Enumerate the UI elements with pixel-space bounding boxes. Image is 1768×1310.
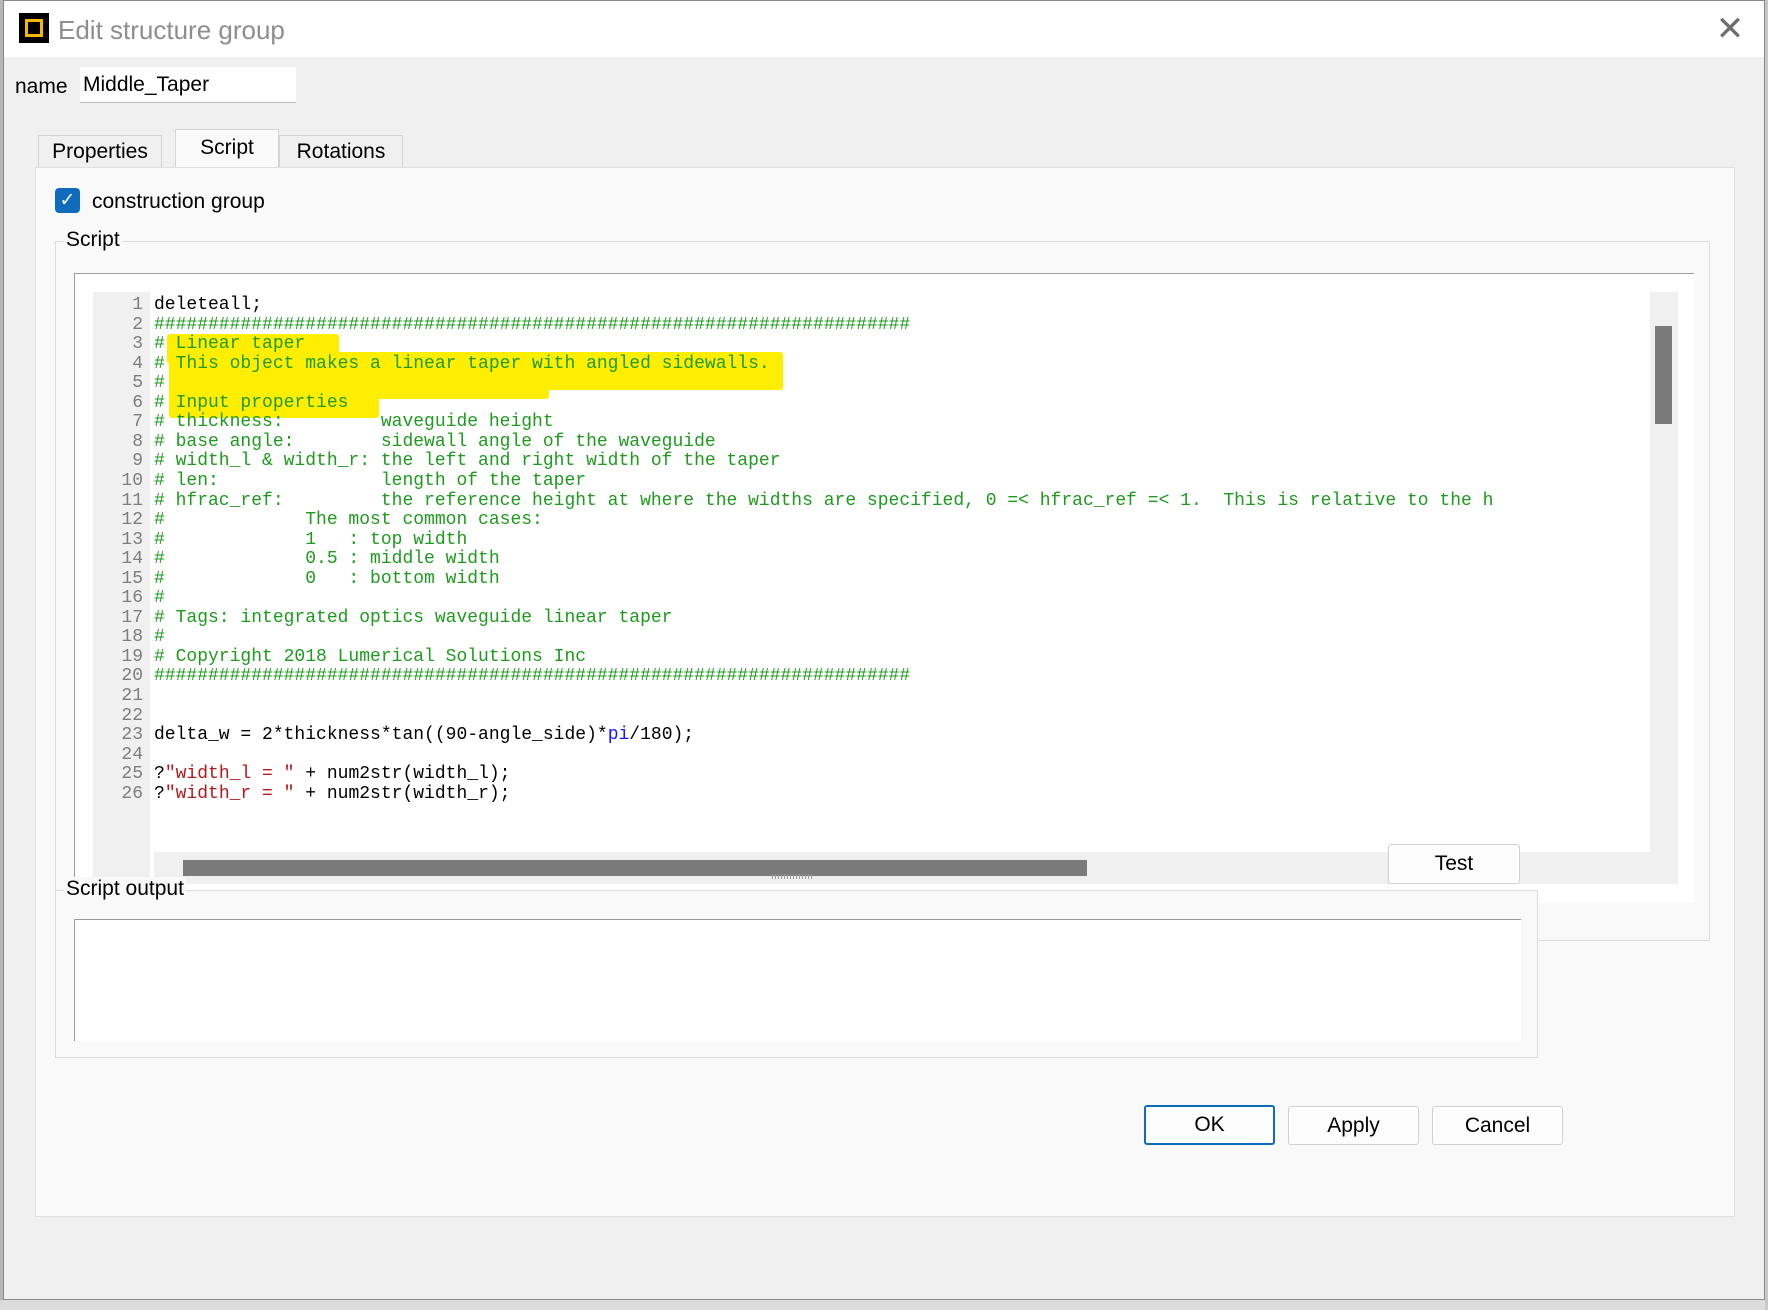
code-token: # thickness: waveguide height: [154, 412, 554, 433]
code-token: # The most common cases:: [154, 510, 543, 531]
title-bar[interactable]: Edit structure group ✕: [4, 1, 1764, 57]
splitter-handle[interactable]: [772, 874, 812, 879]
code-token: # base angle: sidewall angle of the wave…: [154, 431, 716, 452]
code-line: ?"width_r = " + num2str(width_r);: [154, 783, 510, 805]
code-token: ########################################…: [154, 666, 911, 687]
code-line: delta_w = 2*thickness*tan((90-angle_side…: [154, 724, 694, 746]
name-label: name: [15, 75, 68, 98]
code-line: # Tags: integrated optics waveguide line…: [154, 607, 672, 629]
background-desktop-strip: [0, 1300, 1768, 1310]
script-group-title: Script: [64, 228, 122, 252]
code-token: "width_l = ": [164, 764, 295, 785]
code-token: # 0 : bottom width: [154, 568, 500, 589]
vertical-scroll-thumb[interactable]: [1655, 326, 1672, 424]
construction-group-checkbox[interactable]: ✓: [55, 188, 80, 213]
code-line: ########################################…: [154, 665, 910, 687]
code-token: # Tags: integrated optics waveguide line…: [154, 607, 673, 628]
tab-rotations[interactable]: Rotations: [279, 135, 403, 168]
code-line: # 0 : bottom width: [154, 568, 500, 590]
script-editor-frame: 1 2 3 4 5 6 7 8 9 10 11 12 13 14 15 16 17 18 19 20 21 22 23 24 2…: [74, 273, 1694, 903]
code-token: #: [154, 588, 165, 609]
code-token: ?: [154, 783, 165, 804]
horizontal-scroll-thumb[interactable]: [183, 860, 1087, 876]
code-token: # This object makes a linear taper with …: [154, 353, 770, 374]
script-groupbox: Script 1 2 3 4 5 6 7 8 9 10 11 12 13 14 15 16 17 18 19 20 21…: [55, 228, 1710, 941]
code-token: + num2str(width_l);: [294, 764, 511, 785]
code-token: # 1 : top width: [154, 529, 468, 550]
code-token: # width_l & width_r: the left and right …: [154, 451, 781, 472]
check-icon: ✓: [59, 189, 76, 211]
close-button[interactable]: ✕: [1712, 11, 1748, 47]
ok-button[interactable]: OK: [1144, 1105, 1275, 1145]
code-token: "width_r = ": [164, 783, 295, 804]
script-output-area[interactable]: [74, 919, 1521, 1041]
code-token: ########################################…: [154, 314, 911, 335]
code-token: # Input properties: [154, 392, 349, 413]
app-icon: [19, 13, 49, 43]
construction-group-label[interactable]: construction group: [92, 190, 265, 214]
vertical-scrollbar[interactable]: [1650, 292, 1678, 852]
code-token: /180);: [629, 725, 695, 746]
code-token: #: [154, 627, 165, 648]
name-input[interactable]: [80, 67, 296, 103]
cancel-button[interactable]: Cancel: [1432, 1106, 1563, 1145]
code-line: # This object makes a linear taper with …: [154, 353, 770, 375]
code-token: ?: [154, 764, 165, 785]
close-icon: ✕: [1715, 9, 1745, 49]
apply-button[interactable]: Apply: [1288, 1106, 1419, 1145]
line-number: 26: [121, 783, 143, 804]
script-editor[interactable]: 1 2 3 4 5 6 7 8 9 10 11 12 13 14 15 16 17 18 19 20 21 22 23 24 2…: [93, 292, 1678, 884]
script-output-groupbox: Script output: [55, 877, 1538, 1058]
test-button[interactable]: Test: [1388, 844, 1520, 884]
code-token: pi: [607, 725, 630, 746]
line-number-gutter: 1 2 3 4 5 6 7 8 9 10 11 12 13 14 15 16 17 18 19 20 21 22 23 24 2…: [93, 292, 150, 884]
tab-properties[interactable]: Properties: [38, 135, 162, 168]
code-token: # 0.5 : middle width: [154, 549, 500, 570]
code-token: # hfrac_ref: the reference height at whe…: [154, 490, 1494, 511]
code-token: # Linear taper: [154, 334, 306, 355]
code-token: # len: length of the taper: [154, 470, 587, 491]
script-output-title: Script output: [64, 877, 186, 901]
code-token: # Copyright 2018 Lumerical Solutions Inc: [154, 646, 587, 667]
script-tab-panel: ✓ construction group Script 1 2 3 4 5 6 7 8 9 10 1…: [35, 167, 1735, 1217]
code-token: deleteall;: [154, 295, 263, 315]
code-token: delta_w = 2*thickness*tan((90-angle_side…: [154, 725, 608, 746]
code-token: #: [154, 373, 165, 394]
code-token: + num2str(width_r);: [294, 783, 511, 804]
edit-structure-group-dialog: Edit structure group ✕ name Properties S…: [3, 0, 1765, 1300]
code-area[interactable]: deleteall; ##############################…: [154, 292, 1604, 852]
tab-script[interactable]: Script: [175, 129, 279, 169]
dialog-title: Edit structure group: [58, 15, 285, 45]
